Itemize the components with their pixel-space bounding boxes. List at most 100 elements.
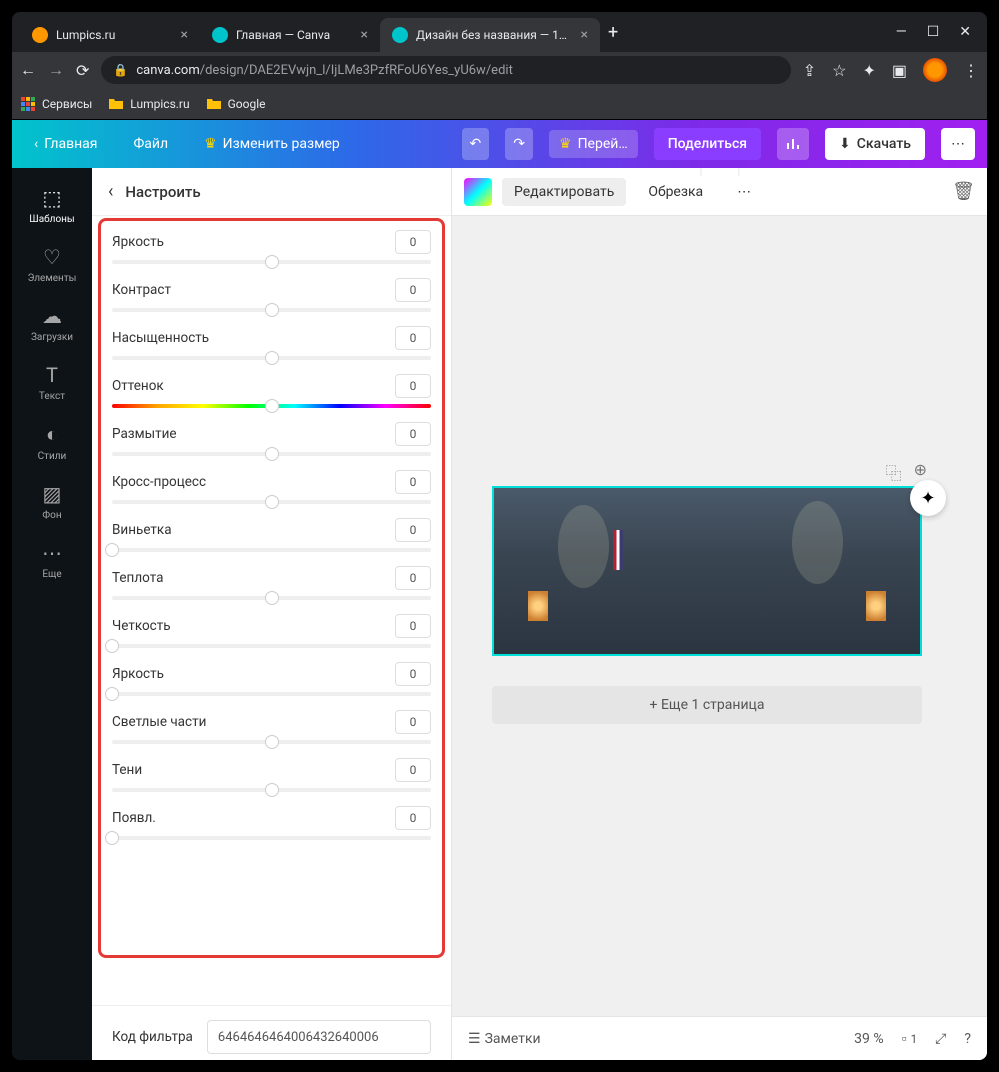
browser-tab-active[interactable]: Дизайн без названия — 1024 × — [380, 18, 600, 52]
slider-thumb[interactable] — [105, 639, 119, 653]
slider-thumb[interactable] — [105, 831, 119, 845]
slider-value-input[interactable] — [395, 662, 431, 686]
slider-track[interactable] — [112, 308, 431, 312]
window-maximize-icon[interactable]: ☐ — [927, 24, 940, 40]
help-icon[interactable]: ? — [964, 1031, 971, 1047]
window-close-icon[interactable]: ✕ — [959, 24, 971, 40]
delete-icon[interactable]: 🗑 — [952, 181, 975, 202]
slider-track[interactable] — [112, 692, 431, 696]
expand-footer-icon[interactable]: ⌃ — [700, 168, 739, 176]
slider-track[interactable] — [112, 356, 431, 360]
fullscreen-icon[interactable]: ⤢ — [935, 1031, 946, 1047]
menu-icon[interactable]: ⋮ — [963, 61, 979, 80]
sidebar-item-more[interactable]: ⋯Еще — [12, 531, 92, 590]
window-minimize-icon[interactable]: — — [896, 24, 907, 40]
selected-image[interactable]: ✦ — [492, 486, 922, 656]
filter-code-label: Код фильтра — [112, 1029, 193, 1045]
slider-track[interactable] — [112, 548, 431, 552]
duplicate-page-icon[interactable]: ⿻ — [886, 460, 902, 484]
slider-value-input[interactable] — [395, 710, 431, 734]
slider-thumb[interactable] — [265, 303, 279, 317]
download-button[interactable]: ⬇ Скачать — [825, 128, 925, 160]
slider-value-input[interactable] — [395, 278, 431, 302]
filter-code-input[interactable] — [207, 1020, 431, 1054]
slider-thumb[interactable] — [105, 687, 119, 701]
slider-value-input[interactable] — [395, 566, 431, 590]
slider-thumb[interactable] — [265, 447, 279, 461]
sidebar-item-elements[interactable]: ♡Элементы — [12, 235, 92, 294]
bookmark-apps[interactable]: Сервисы — [20, 96, 92, 112]
color-swatch[interactable] — [464, 178, 492, 206]
tab-close-icon[interactable]: × — [181, 27, 188, 43]
reading-list-icon[interactable]: ▣ — [892, 61, 907, 80]
redo-button[interactable]: ↷ — [505, 128, 533, 160]
zoom-level[interactable]: 39 % — [854, 1031, 883, 1047]
undo-button[interactable]: ↶ — [462, 128, 490, 160]
add-page-button[interactable]: + Еще 1 страница — [492, 686, 922, 724]
tab-close-icon[interactable]: × — [581, 27, 588, 43]
slider-value-input[interactable] — [395, 518, 431, 542]
share-icon[interactable]: ⇪ — [803, 61, 816, 80]
slider-thumb[interactable] — [265, 591, 279, 605]
slider-value-input[interactable] — [395, 422, 431, 446]
sidebar-item-uploads[interactable]: ☁Загрузки — [12, 294, 92, 353]
slider-track[interactable] — [112, 260, 431, 264]
slider-value-input[interactable] — [395, 374, 431, 398]
crop-button[interactable]: Обрезка — [636, 178, 715, 206]
more-button[interactable]: ⋯ — [941, 128, 975, 160]
nav-reload-icon[interactable]: ⟳ — [76, 61, 89, 80]
upgrade-button[interactable]: ♛ Перей… — [549, 130, 638, 158]
slider-thumb[interactable] — [265, 735, 279, 749]
share-button[interactable]: Поделиться — [654, 128, 761, 160]
panel-back-icon[interactable]: ‹ — [108, 181, 113, 202]
insights-button[interactable] — [777, 128, 809, 160]
extensions-icon[interactable]: ✦ — [862, 61, 875, 80]
slider-track[interactable] — [112, 788, 431, 792]
slider-track[interactable] — [112, 644, 431, 648]
file-menu[interactable]: Файл — [123, 130, 178, 158]
sidebar-item-templates[interactable]: ⬚Шаблоны — [12, 176, 92, 235]
canvas[interactable]: ⿻ ⊕ ✦ + Еще 1 страница — [452, 216, 987, 1016]
slider-track[interactable] — [112, 596, 431, 600]
url-input[interactable]: 🔒 canva.com/design/DAE2EVwjn_l/IjLMe3Pzf… — [101, 56, 790, 84]
nav-back-icon[interactable]: ← — [20, 60, 36, 80]
notes-button[interactable]: ☰ Заметки — [468, 1031, 541, 1047]
browser-tab[interactable]: Главная — Canva × — [200, 18, 380, 52]
slider-value-input[interactable] — [395, 470, 431, 494]
edit-button[interactable]: Редактировать — [502, 178, 626, 206]
slider-thumb[interactable] — [265, 783, 279, 797]
tab-close-icon[interactable]: × — [361, 27, 368, 43]
slider-thumb[interactable] — [105, 543, 119, 557]
slider-thumb[interactable] — [265, 399, 279, 413]
bookmark-item[interactable]: Google — [206, 96, 266, 112]
bookmark-item[interactable]: Lumpics.ru — [108, 96, 189, 112]
nav-forward-icon[interactable]: → — [48, 60, 64, 80]
star-icon[interactable]: ☆ — [832, 61, 846, 80]
slider-thumb[interactable] — [265, 255, 279, 269]
magic-button[interactable]: ✦ — [910, 480, 946, 516]
slider-value-input[interactable] — [395, 614, 431, 638]
new-tab-button[interactable]: + — [600, 18, 626, 47]
slider-value-input[interactable] — [395, 326, 431, 350]
slider-value-input[interactable] — [395, 758, 431, 782]
slider-track[interactable] — [112, 452, 431, 456]
resize-button[interactable]: ♛ Изменить размер — [194, 130, 350, 158]
profile-avatar-icon[interactable] — [923, 58, 947, 82]
home-link[interactable]: ‹ Главная — [24, 130, 107, 158]
sidebar-item-background[interactable]: ▨Фон — [12, 472, 92, 531]
sidebar-label: Загрузки — [31, 332, 73, 343]
slider-track[interactable] — [112, 836, 431, 840]
slider-track[interactable] — [112, 404, 431, 408]
slider-thumb[interactable] — [265, 495, 279, 509]
browser-tab[interactable]: Lumpics.ru × — [20, 18, 200, 52]
slider-value-input[interactable] — [395, 806, 431, 830]
download-label: Скачать — [857, 136, 911, 152]
slider-value-input[interactable] — [395, 230, 431, 254]
sidebar-item-text[interactable]: TТекст — [12, 353, 92, 412]
slider-track[interactable] — [112, 500, 431, 504]
slider-thumb[interactable] — [265, 351, 279, 365]
more-options-button[interactable]: ⋯ — [725, 178, 763, 206]
sidebar-item-styles[interactable]: ◐Стили — [12, 412, 92, 472]
page-count-button[interactable]: ▫1 — [902, 1030, 918, 1047]
slider-track[interactable] — [112, 740, 431, 744]
